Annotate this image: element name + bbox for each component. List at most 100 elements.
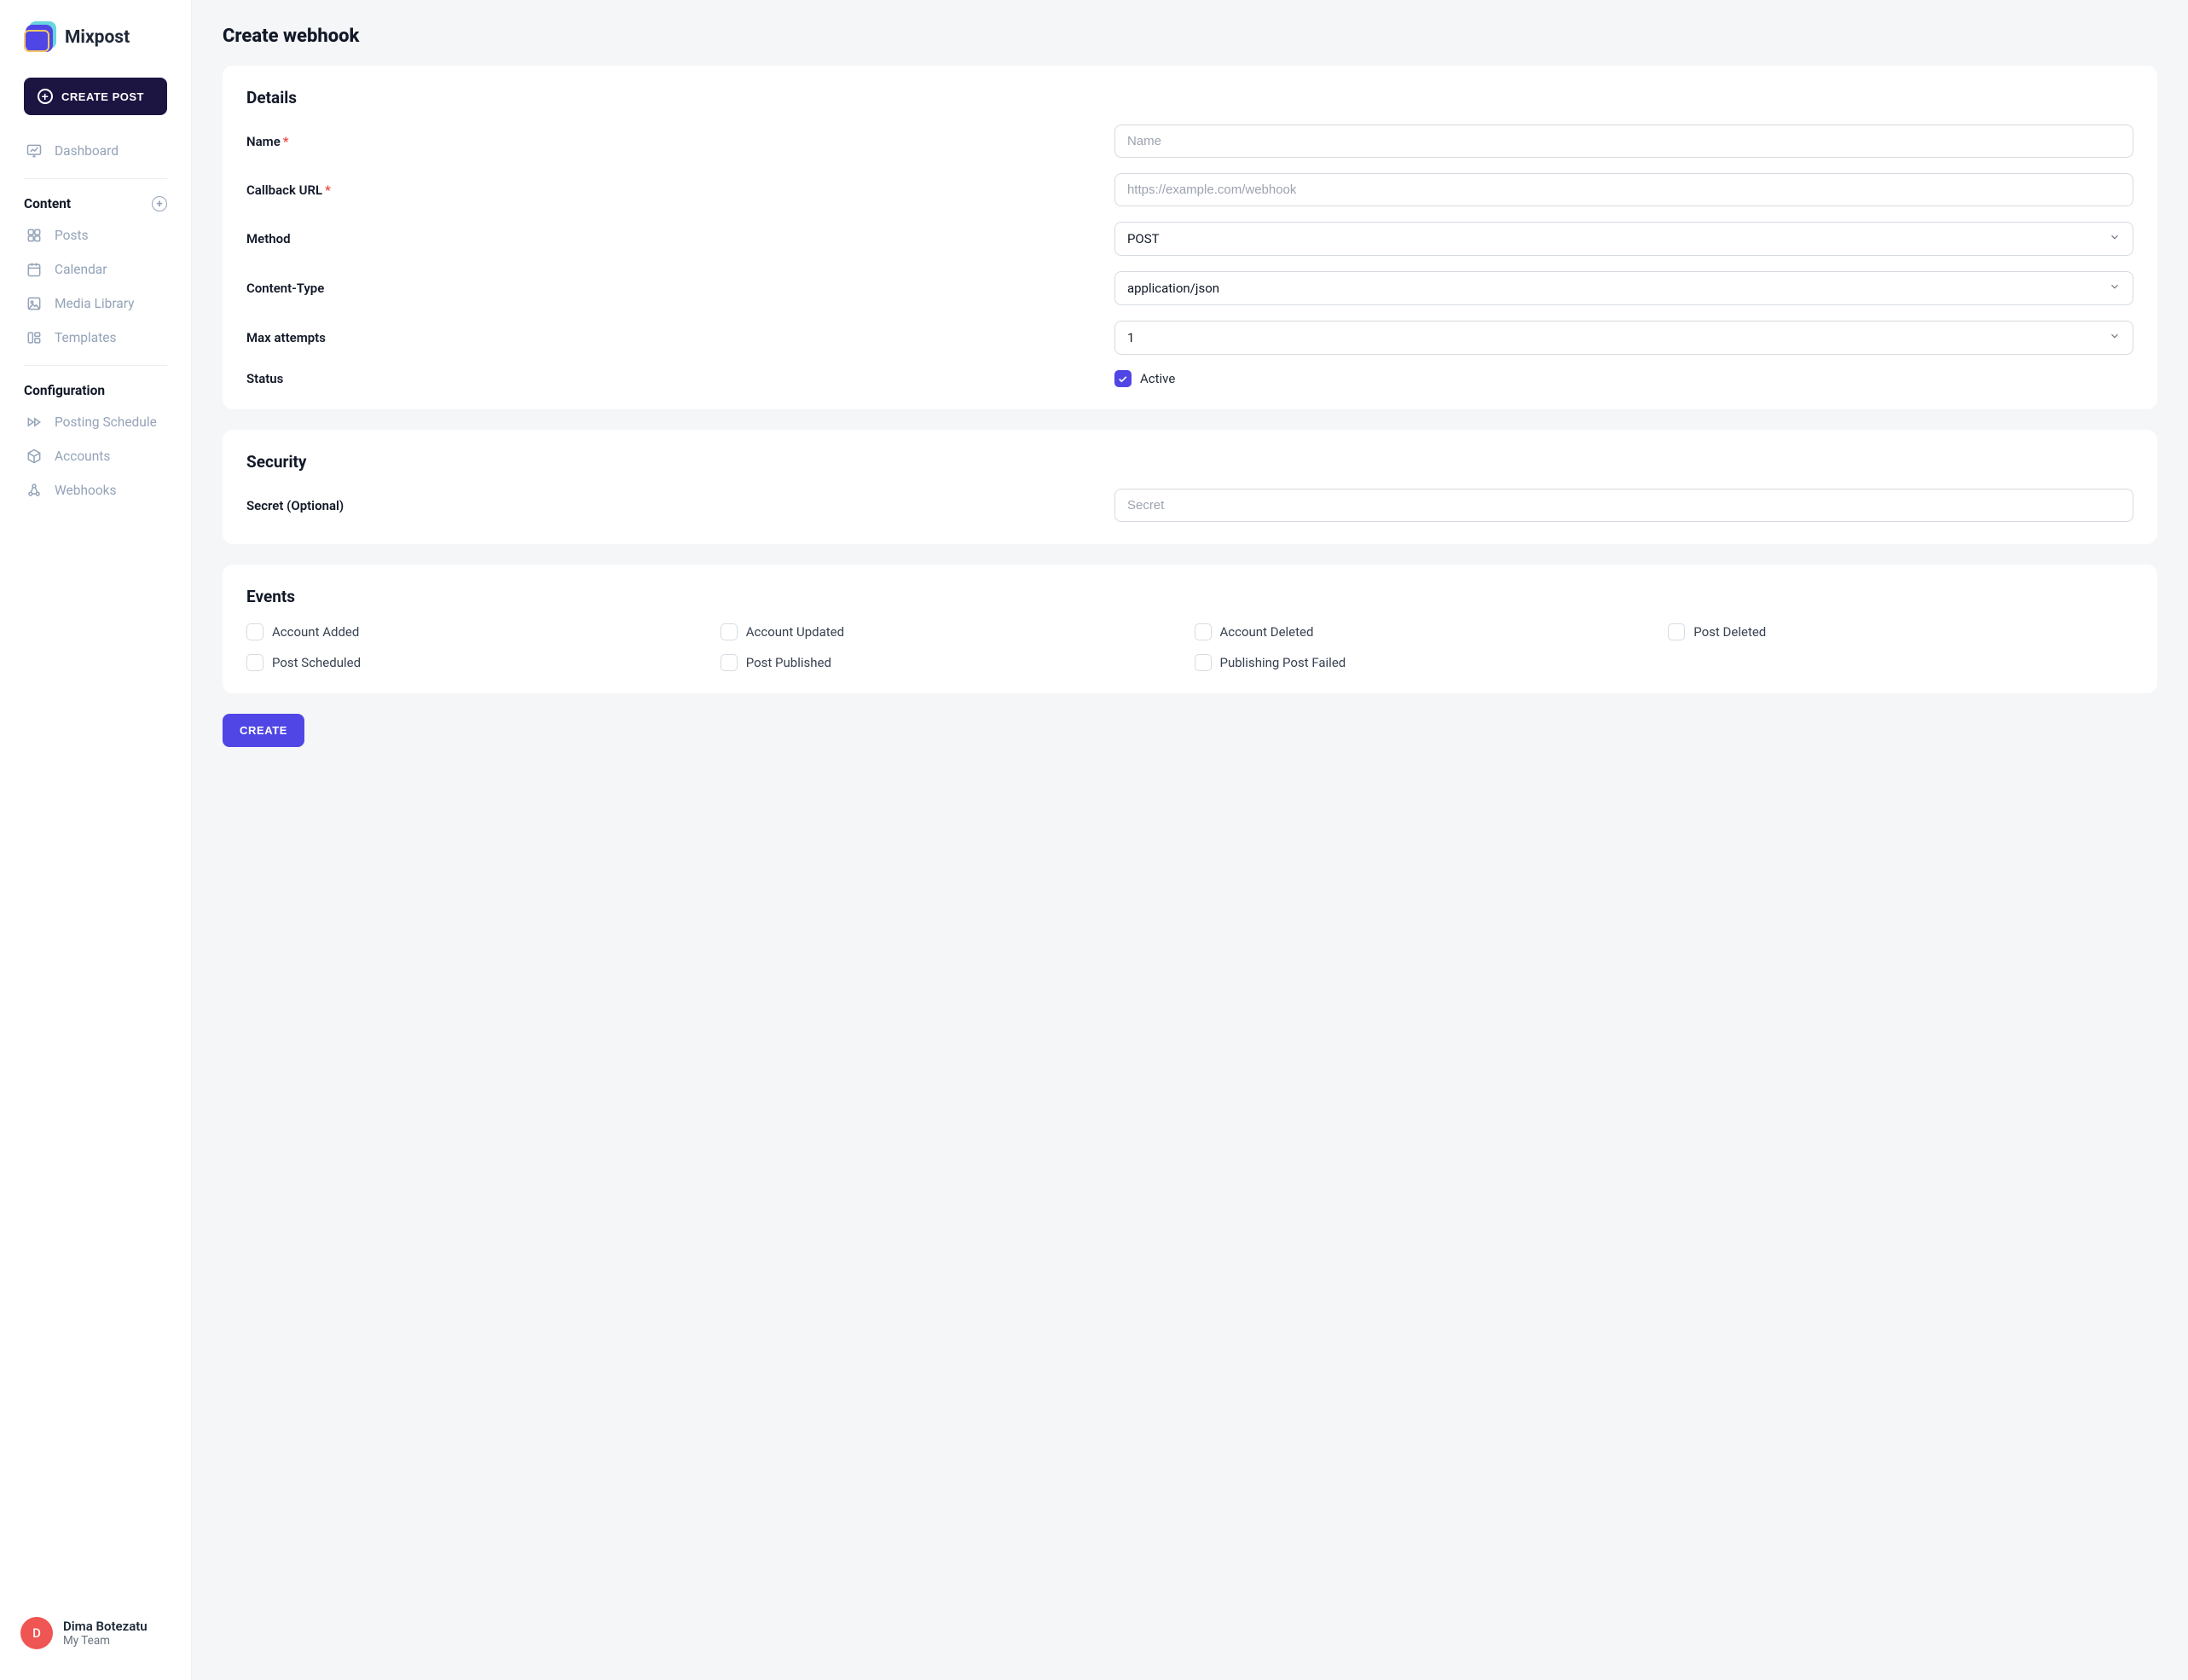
required-mark: * (283, 134, 289, 149)
event-account-deleted[interactable]: Account Deleted (1195, 623, 1660, 640)
dashboard-icon (26, 142, 43, 159)
section-header-configuration: Configuration (0, 376, 191, 405)
event-label: Post Published (746, 655, 831, 670)
event-label: Post Deleted (1693, 624, 1766, 640)
field-secret: Secret (Optional) (246, 489, 2133, 522)
status-label: Status (246, 371, 1114, 386)
main: Create webhook Details Name* Callback UR… (192, 0, 2188, 1680)
sidebar-item-dashboard[interactable]: Dashboard (0, 134, 191, 168)
sidebar-item-label: Posting Schedule (55, 414, 157, 430)
event-label: Publishing Post Failed (1220, 655, 1346, 670)
callback-url-label: Callback URL* (246, 182, 1114, 198)
checkbox[interactable] (721, 623, 738, 640)
sidebar-item-media-library[interactable]: Media Library (0, 287, 191, 321)
active-label: Active (1140, 371, 1175, 386)
checkbox[interactable] (1195, 623, 1212, 640)
event-post-scheduled[interactable]: Post Scheduled (246, 654, 712, 671)
sidebar-item-label: Templates (55, 330, 117, 345)
field-max-attempts: Max attempts 1 (246, 321, 2133, 355)
divider (24, 178, 167, 179)
field-method: Method POST (246, 222, 2133, 256)
name-input[interactable] (1114, 125, 2133, 158)
sidebar-item-calendar[interactable]: Calendar (0, 252, 191, 287)
cube-icon (26, 448, 43, 465)
details-card: Details Name* Callback URL* Method (223, 66, 2157, 409)
select-value: application/json (1127, 281, 1219, 296)
field-name: Name* (246, 125, 2133, 158)
secret-input[interactable] (1114, 489, 2133, 522)
event-account-added[interactable]: Account Added (246, 623, 712, 640)
checkbox[interactable] (1668, 623, 1685, 640)
add-content-button[interactable]: + (152, 196, 167, 211)
security-card: Security Secret (Optional) (223, 430, 2157, 544)
section-title: Configuration (24, 383, 105, 398)
max-attempts-select[interactable]: 1 (1114, 321, 2133, 355)
label-text: Name (246, 134, 281, 149)
plus-circle-icon: + (38, 89, 53, 104)
chevron-down-icon (2109, 330, 2121, 345)
events-title: Events (246, 587, 2133, 606)
method-select[interactable]: POST (1114, 222, 2133, 256)
webhook-icon (26, 482, 43, 499)
name-label: Name* (246, 134, 1114, 149)
brand[interactable]: Mixpost (0, 21, 191, 69)
security-title: Security (246, 452, 2133, 472)
user-menu[interactable]: D Dima Botezatu My Team (0, 1603, 191, 1663)
required-mark: * (325, 182, 331, 198)
sidebar-item-posts[interactable]: Posts (0, 218, 191, 252)
create-button-label: CREATE (240, 724, 287, 737)
event-label: Account Updated (746, 624, 844, 640)
create-button[interactable]: CREATE (223, 714, 304, 747)
details-title: Details (246, 88, 2133, 107)
sidebar-item-posting-schedule[interactable]: Posting Schedule (0, 405, 191, 439)
secret-label: Secret (Optional) (246, 498, 1114, 513)
page-title: Create webhook (223, 26, 2157, 47)
avatar-initial: D (32, 1625, 41, 1641)
sidebar-item-templates[interactable]: Templates (0, 321, 191, 355)
chevron-down-icon (2109, 231, 2121, 246)
event-post-published[interactable]: Post Published (721, 654, 1186, 671)
avatar: D (20, 1617, 53, 1649)
sidebar-item-label: Media Library (55, 296, 134, 311)
field-content-type: Content-Type application/json (246, 271, 2133, 305)
checkbox[interactable] (246, 623, 263, 640)
image-icon (26, 295, 43, 312)
sidebar-item-webhooks[interactable]: Webhooks (0, 473, 191, 507)
sidebar-item-label: Posts (55, 228, 89, 243)
user-team: My Team (63, 1634, 148, 1648)
brand-name: Mixpost (65, 27, 130, 48)
event-label: Account Added (272, 624, 359, 640)
brand-logo-icon (24, 21, 56, 54)
method-label: Method (246, 231, 1114, 246)
sidebar-item-accounts[interactable]: Accounts (0, 439, 191, 473)
sidebar-item-label: Dashboard (55, 143, 119, 159)
label-text: Callback URL (246, 182, 322, 198)
events-card: Events Account Added Account Updated Acc… (223, 565, 2157, 693)
chevron-down-icon (2109, 281, 2121, 296)
user-name: Dima Botezatu (63, 1619, 148, 1634)
event-publishing-post-failed[interactable]: Publishing Post Failed (1195, 654, 1660, 671)
checkbox[interactable] (721, 654, 738, 671)
fast-forward-icon (26, 414, 43, 431)
checkbox[interactable] (1195, 654, 1212, 671)
section-title: Content (24, 196, 71, 211)
create-post-label: CREATE POST (61, 90, 144, 103)
grid-icon (26, 227, 43, 244)
section-header-content: Content + (0, 189, 191, 218)
active-checkbox[interactable] (1114, 370, 1132, 387)
templates-icon (26, 329, 43, 346)
create-post-button[interactable]: + CREATE POST (24, 78, 167, 115)
sidebar-item-label: Calendar (55, 262, 107, 277)
select-value: 1 (1127, 330, 1134, 345)
event-account-updated[interactable]: Account Updated (721, 623, 1186, 640)
sidebar-item-label: Webhooks (55, 483, 117, 498)
max-attempts-label: Max attempts (246, 330, 1114, 345)
field-status: Status Active (246, 370, 2133, 387)
event-post-deleted[interactable]: Post Deleted (1668, 623, 2133, 640)
calendar-icon (26, 261, 43, 278)
checkbox[interactable] (246, 654, 263, 671)
content-type-label: Content-Type (246, 281, 1114, 296)
sidebar-item-label: Accounts (55, 449, 110, 464)
callback-url-input[interactable] (1114, 173, 2133, 206)
content-type-select[interactable]: application/json (1114, 271, 2133, 305)
